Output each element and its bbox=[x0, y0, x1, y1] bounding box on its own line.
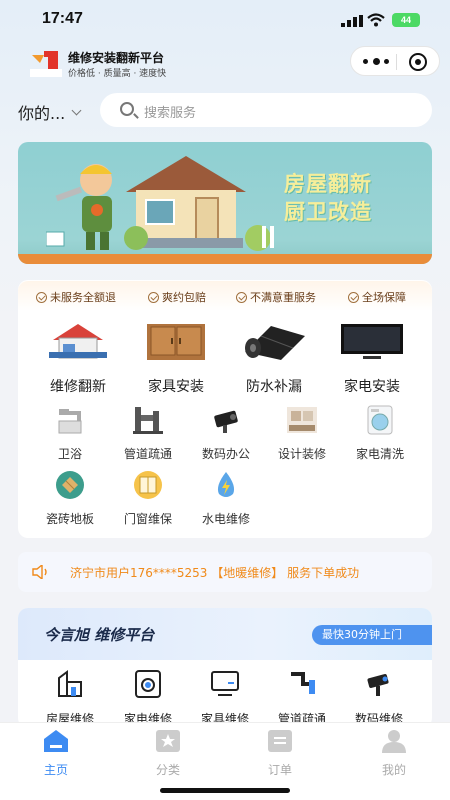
category-appliance-cleaning[interactable]: 家电清洗 bbox=[342, 405, 418, 462]
user-icon bbox=[382, 730, 406, 753]
cabinet-icon bbox=[147, 324, 205, 360]
fast-arrival-badge: 最快30分钟上门 bbox=[312, 625, 432, 645]
tab-home[interactable]: 主页 bbox=[16, 729, 96, 778]
monitor-icon bbox=[211, 671, 239, 696]
platform-title: 今言旭 维修平台 bbox=[44, 626, 155, 644]
category-repair-renovate[interactable]: 维修翻新 bbox=[38, 322, 118, 396]
category-waterproofing[interactable]: 防水补漏 bbox=[234, 322, 314, 396]
service-digital-repair[interactable]: 数码维修 bbox=[341, 670, 417, 727]
tab-mine[interactable]: 我的 bbox=[354, 729, 434, 778]
app-logo bbox=[30, 51, 62, 77]
guarantee-bar: 未服务全额退 爽约包赔 不满意重服务 全场保障 bbox=[18, 281, 432, 311]
promo-banner[interactable]: 房屋翻新 厨卫改造 bbox=[18, 142, 432, 264]
home-indicator bbox=[160, 788, 290, 793]
orders-icon bbox=[268, 730, 292, 752]
platform-card: 今言旭 维修平台 最快30分钟上门 房屋维修 家电维修 家具维修 管道疏通 数码… bbox=[18, 608, 432, 728]
category-pipe-unclog[interactable]: 管道疏通 bbox=[110, 405, 186, 462]
status-bar: 17:47 44 bbox=[0, 0, 450, 40]
washer-icon bbox=[367, 405, 393, 435]
app-header: 维修安装翻新平台 价格低 · 质量高 · 速度快 bbox=[0, 44, 450, 79]
banner-subtitle: 厨卫改造 bbox=[284, 200, 372, 224]
faucet-icon bbox=[58, 409, 82, 434]
pipe-icon bbox=[291, 672, 315, 694]
speaker-icon bbox=[32, 565, 47, 579]
check-circle-icon bbox=[36, 291, 47, 303]
service-appliance-repair[interactable]: 家电维修 bbox=[110, 670, 186, 727]
category-digital-office[interactable]: 数码办公 bbox=[188, 405, 264, 462]
search-input[interactable]: 搜索服务 bbox=[144, 102, 196, 121]
tab-orders[interactable]: 订单 bbox=[240, 729, 320, 778]
miniapp-capsule bbox=[350, 46, 440, 76]
location-label: 你的... bbox=[18, 104, 66, 123]
category-appliance-install[interactable]: 家电安装 bbox=[332, 322, 412, 396]
category-furniture-install[interactable]: 家具安装 bbox=[136, 322, 216, 396]
camera-icon bbox=[214, 410, 238, 433]
banner-title: 房屋翻新 bbox=[284, 172, 372, 196]
more-icon[interactable] bbox=[363, 54, 389, 68]
guarantee-item: 全场保障 bbox=[348, 289, 406, 305]
pipe-icon bbox=[133, 407, 163, 434]
room-design-icon bbox=[287, 407, 317, 433]
washer-icon bbox=[135, 670, 161, 698]
guarantee-item: 未服务全额退 bbox=[36, 289, 116, 305]
worker-house-illustration bbox=[46, 156, 274, 251]
status-time: 17:47 bbox=[42, 10, 83, 27]
platform-header: 今言旭 维修平台 最快30分钟上门 bbox=[18, 608, 432, 660]
search-icon bbox=[120, 102, 134, 116]
search-bar[interactable]: 搜索服务 bbox=[100, 93, 432, 127]
window-icon bbox=[134, 471, 162, 499]
notice-text: 济宁市用户176****5253 【地暖维修】 服务下单成功 bbox=[70, 566, 360, 580]
check-circle-icon bbox=[148, 291, 159, 303]
capsule-divider bbox=[396, 54, 397, 70]
app-title: 维修安装翻新平台 bbox=[68, 51, 165, 65]
waterproof-roll-icon bbox=[245, 326, 305, 360]
water-electric-icon bbox=[217, 472, 235, 497]
category-door-window[interactable]: 门窗维保 bbox=[110, 470, 186, 527]
location-selector[interactable]: 你的... bbox=[18, 100, 82, 124]
home-icon bbox=[44, 730, 68, 752]
guarantee-item: 不满意重服务 bbox=[236, 289, 316, 305]
guarantee-item: 爽约包赔 bbox=[148, 289, 206, 305]
camera-icon bbox=[367, 674, 389, 696]
category-design-decoration[interactable]: 设计装修 bbox=[264, 405, 340, 462]
check-circle-icon bbox=[236, 291, 247, 303]
order-notice-bar[interactable]: 济宁市用户176****5253 【地暖维修】 服务下单成功 bbox=[18, 552, 432, 592]
check-circle-icon bbox=[348, 291, 359, 303]
category-tile-floor[interactable]: 瓷砖地板 bbox=[32, 470, 108, 527]
banner-bottom-stripe bbox=[18, 254, 432, 264]
chevron-down-icon bbox=[71, 105, 82, 115]
signal-icon bbox=[341, 15, 363, 27]
service-house-repair[interactable]: 房屋维修 bbox=[32, 670, 108, 727]
wifi-icon bbox=[367, 13, 385, 27]
house-icon bbox=[58, 670, 82, 697]
service-furniture-repair[interactable]: 家具维修 bbox=[187, 670, 263, 727]
category-bathroom[interactable]: 卫浴 bbox=[32, 405, 108, 462]
tab-category[interactable]: 分类 bbox=[128, 729, 208, 778]
tv-icon bbox=[341, 324, 403, 359]
battery-icon: 44 bbox=[392, 13, 420, 27]
category-water-electric[interactable]: 水电维修 bbox=[188, 470, 264, 527]
category-icon bbox=[156, 730, 180, 752]
house-repair-icon bbox=[49, 324, 107, 359]
close-target-icon[interactable] bbox=[409, 53, 427, 71]
tile-icon bbox=[56, 471, 84, 499]
service-pipe-unclog[interactable]: 管道疏通 bbox=[264, 670, 340, 727]
app-slogan: 价格低 · 质量高 · 速度快 bbox=[68, 69, 167, 79]
